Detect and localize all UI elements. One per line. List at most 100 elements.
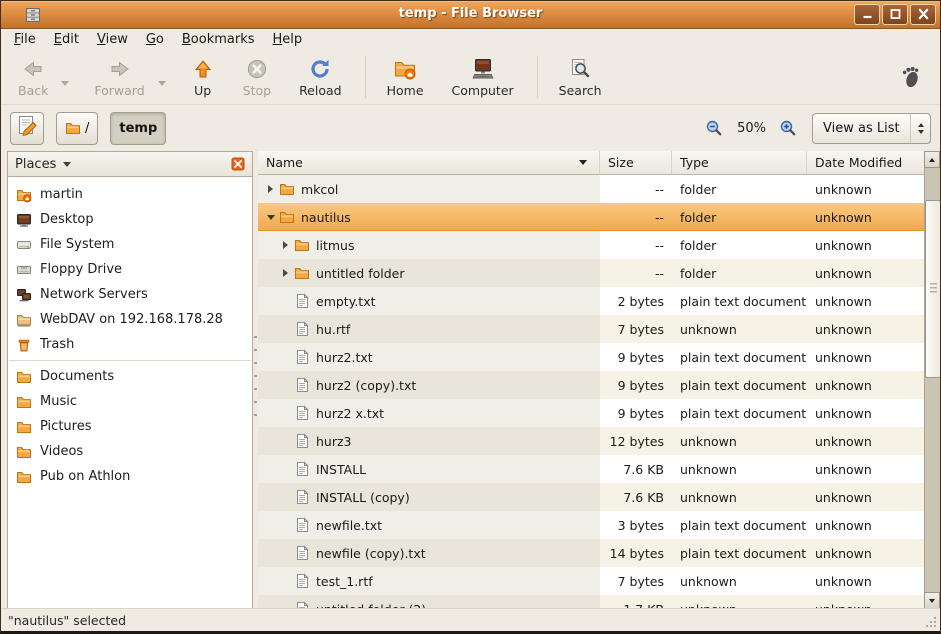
toolbar-button-back[interactable]: Back: [9, 54, 57, 100]
sidebar-item-network-servers[interactable]: Network Servers: [8, 282, 252, 307]
thumb-grip-icon: [930, 283, 937, 294]
text-file-icon: [294, 545, 310, 561]
sidebar-header[interactable]: Places: [7, 151, 253, 177]
column-header-size[interactable]: Size: [600, 151, 672, 175]
file-row-hurz3[interactable]: hurz3 12 bytes unknown unknown: [258, 427, 924, 455]
menu-edit[interactable]: Edit: [45, 30, 88, 49]
file-row-newfile-copy-txt[interactable]: newfile (copy).txt 14 bytes plain text d…: [258, 539, 924, 567]
folder-icon: [16, 419, 32, 435]
home-folder-icon: [16, 187, 32, 203]
text-file-icon: [294, 349, 310, 365]
sidebar-item-webdav-on-192-168-178-28[interactable]: WebDAV on 192.168.178.28: [8, 307, 252, 332]
expander-icon[interactable]: [264, 185, 277, 193]
webdav-icon: [16, 312, 32, 328]
sidebar-close-button[interactable]: [231, 157, 245, 171]
sidebar-item-videos[interactable]: Videos: [8, 439, 252, 464]
sidebar-item-music[interactable]: Music: [8, 389, 252, 414]
file-row-litmus[interactable]: litmus -- folder unknown: [258, 231, 924, 259]
menu-go[interactable]: Go: [137, 30, 173, 49]
splitter-grip-icon: [254, 336, 257, 422]
location-bar: / temp 50% View as List: [1, 105, 940, 151]
text-file-icon: [294, 461, 310, 477]
sidebar-item-pictures[interactable]: Pictures: [8, 414, 252, 439]
maximize-button[interactable]: [882, 4, 908, 25]
sidebar-item-file-system[interactable]: File System: [8, 232, 252, 257]
file-row-hurz2-x-txt[interactable]: hurz2 x.txt 9 bytes plain text document …: [258, 399, 924, 427]
toolbar-button-search[interactable]: Search: [550, 54, 611, 100]
toolbar-button-home[interactable]: Home: [378, 54, 433, 100]
file-row-install[interactable]: INSTALL 7.6 KB unknown unknown: [258, 455, 924, 483]
toolbar-button-forward[interactable]: Forward: [85, 54, 153, 100]
floppy-icon: [16, 262, 32, 278]
file-row-install-copy[interactable]: INSTALL (copy) 7.6 KB unknown unknown: [258, 483, 924, 511]
dropdown-caret-icon[interactable]: [158, 81, 166, 86]
scroll-up-icon: [929, 158, 935, 162]
folder-icon: [294, 265, 310, 281]
desktop-icon: [16, 212, 32, 228]
file-row-untitled-folder-2[interactable]: untitled folder (2) 1.7 KB unknown unkno…: [258, 595, 924, 609]
expander-icon[interactable]: [264, 215, 277, 220]
titlebar[interactable]: temp - File Browser: [1, 1, 940, 29]
toolbar-button-computer[interactable]: Computer: [443, 54, 523, 100]
current-folder-button[interactable]: temp: [110, 112, 166, 145]
sidebar-item-trash[interactable]: Trash: [8, 332, 252, 357]
file-row-hurz2-copy-txt[interactable]: hurz2 (copy).txt 9 bytes plain text docu…: [258, 371, 924, 399]
scrollbar-thumb[interactable]: [925, 200, 941, 378]
stop-icon: [245, 57, 269, 81]
expander-icon[interactable]: [279, 269, 292, 277]
file-row-newfile-txt[interactable]: newfile.txt 3 bytes plain text document …: [258, 511, 924, 539]
close-button[interactable]: [910, 4, 936, 25]
text-file-icon: [294, 433, 310, 449]
zoom-controls: 50%: [705, 119, 798, 138]
minimize-button[interactable]: [854, 4, 880, 25]
sidebar-item-martin[interactable]: martin: [8, 182, 252, 207]
menu-bookmarks[interactable]: Bookmarks: [173, 30, 264, 49]
toolbar-button-stop[interactable]: Stop: [234, 54, 280, 100]
chevron-down-icon: [63, 162, 71, 167]
resize-grip-icon[interactable]: [923, 614, 938, 629]
arrow-left-icon: [21, 57, 45, 81]
file-row-mkcol[interactable]: mkcol -- folder unknown: [258, 175, 924, 203]
sidebar-item-pub-on-athlon[interactable]: Pub on Athlon: [8, 464, 252, 489]
current-folder-label: temp: [119, 121, 157, 136]
menu-view[interactable]: View: [88, 30, 137, 49]
scroll-down-button[interactable]: [924, 592, 940, 609]
sidebar-item-desktop[interactable]: Desktop: [8, 207, 252, 232]
file-browser-window: temp - File Browser FileEditViewGoBookma…: [0, 0, 941, 634]
toolbar-button-up[interactable]: Up: [182, 54, 224, 100]
menu-file[interactable]: File: [5, 30, 45, 49]
status-bar: "nautilus" selected: [1, 608, 940, 631]
menu-help[interactable]: Help: [264, 30, 312, 49]
vertical-scrollbar[interactable]: [924, 151, 940, 609]
toolbar-button-reload[interactable]: Reload: [290, 54, 351, 100]
file-row-nautilus[interactable]: nautilus -- folder unknown: [258, 203, 924, 231]
zoom-in-button[interactable]: [779, 119, 798, 138]
text-file-icon: [294, 573, 310, 589]
file-row-empty-txt[interactable]: empty.txt 2 bytes plain text document un…: [258, 287, 924, 315]
scroll-down-icon: [929, 599, 935, 603]
status-text: "nautilus" selected: [8, 613, 126, 628]
file-row-hu-rtf[interactable]: hu.rtf 7 bytes unknown unknown: [258, 315, 924, 343]
root-path-button[interactable]: /: [56, 112, 98, 145]
sidebar-item-floppy-drive[interactable]: Floppy Drive: [8, 257, 252, 282]
column-header-date-modified[interactable]: Date Modified: [807, 151, 924, 175]
zoom-out-button[interactable]: [705, 119, 724, 138]
column-header-type[interactable]: Type: [672, 151, 807, 175]
view-mode-selector[interactable]: View as List: [812, 113, 931, 144]
edit-location-button[interactable]: [10, 112, 44, 145]
file-list-pane: Name Size Type Date Modified mkcol -- fo…: [258, 151, 940, 609]
file-row-test-1-rtf[interactable]: test_1.rtf 7 bytes unknown unknown: [258, 567, 924, 595]
dropdown-caret-icon[interactable]: [61, 81, 69, 86]
file-rows: mkcol -- folder unknown nautilus -- fold…: [258, 175, 924, 609]
folder-icon: [16, 369, 32, 385]
column-header-name[interactable]: Name: [258, 151, 600, 175]
window-title: temp - File Browser: [1, 6, 940, 21]
file-row-untitled-folder[interactable]: untitled folder -- folder unknown: [258, 259, 924, 287]
sidebar-item-documents[interactable]: Documents: [8, 364, 252, 389]
view-mode-spinner[interactable]: [910, 114, 930, 143]
root-path-label: /: [85, 121, 89, 136]
expander-icon[interactable]: [279, 241, 292, 249]
scrollbar-trough[interactable]: [924, 168, 940, 592]
scroll-up-button[interactable]: [924, 151, 940, 168]
file-row-hurz2-txt[interactable]: hurz2.txt 9 bytes plain text document un…: [258, 343, 924, 371]
